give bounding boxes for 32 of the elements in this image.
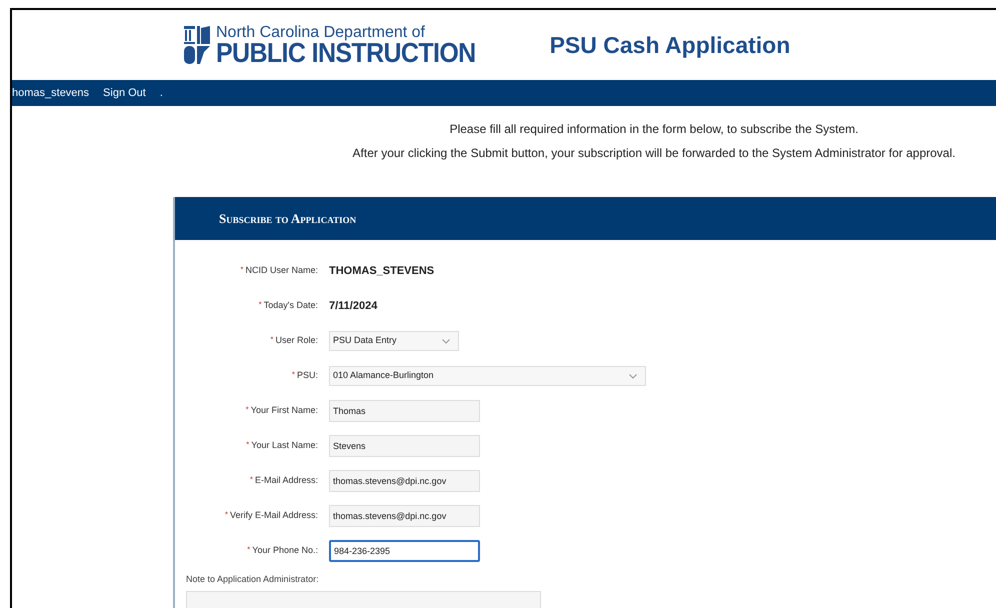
nav-link[interactable]: homas_stevens [12, 84, 90, 102]
input-field[interactable]: Thomas [329, 400, 480, 422]
field-value: THOMAS_STEVENS [329, 264, 434, 279]
field-label: * PSU: [290, 369, 319, 382]
dropdown[interactable]: PSU Data Entry [329, 331, 459, 351]
intro-text: Please fill all required information in the form below, to subscribe the System. [450, 121, 858, 138]
note-field[interactable] [186, 590, 541, 608]
chevron-down-icon [629, 374, 637, 378]
nav-link[interactable]: Sign Out [103, 84, 146, 102]
field-label: * Today's Date: [258, 299, 319, 312]
input-field[interactable]: thomas.stevens@dpi.nc.gov [329, 505, 480, 527]
input-field[interactable]: thomas.stevens@dpi.nc.gov [329, 470, 480, 492]
input-field[interactable]: 984-236-2395 [329, 540, 480, 562]
field-label: * User Role: [269, 334, 319, 348]
intro-text: After your clicking the Submit button, your subscription will be forwarded to the System Administrator for approval. [352, 145, 956, 162]
field-label: * NCID User Name: [239, 264, 319, 278]
input-field[interactable]: Stevens [329, 435, 480, 457]
logo-title: PUBLIC INSTRUCTION [216, 39, 476, 67]
field-label: * E-Mail Address: [248, 474, 319, 488]
field-label: * Your First Name: [244, 404, 319, 418]
field-label: * Your Last Name: [245, 439, 319, 452]
logo-subtitle: North Carolina Department of [216, 24, 425, 40]
logo-icon [184, 26, 210, 64]
chevron-down-icon [442, 338, 450, 344]
note-label: Note to Application Administrator: [186, 573, 320, 586]
field-label: * Verify E-Mail Address: [224, 509, 319, 522]
app-title: PSU Cash Application [550, 30, 790, 60]
field-value: 7/11/2024 [329, 298, 378, 314]
dropdown[interactable]: 010 Alamance-Burlington [329, 366, 646, 386]
panel-title: Subscribe to Application [219, 210, 356, 228]
field-label: * Your Phone No.: [246, 544, 319, 558]
nav-link[interactable]: . [160, 84, 163, 102]
